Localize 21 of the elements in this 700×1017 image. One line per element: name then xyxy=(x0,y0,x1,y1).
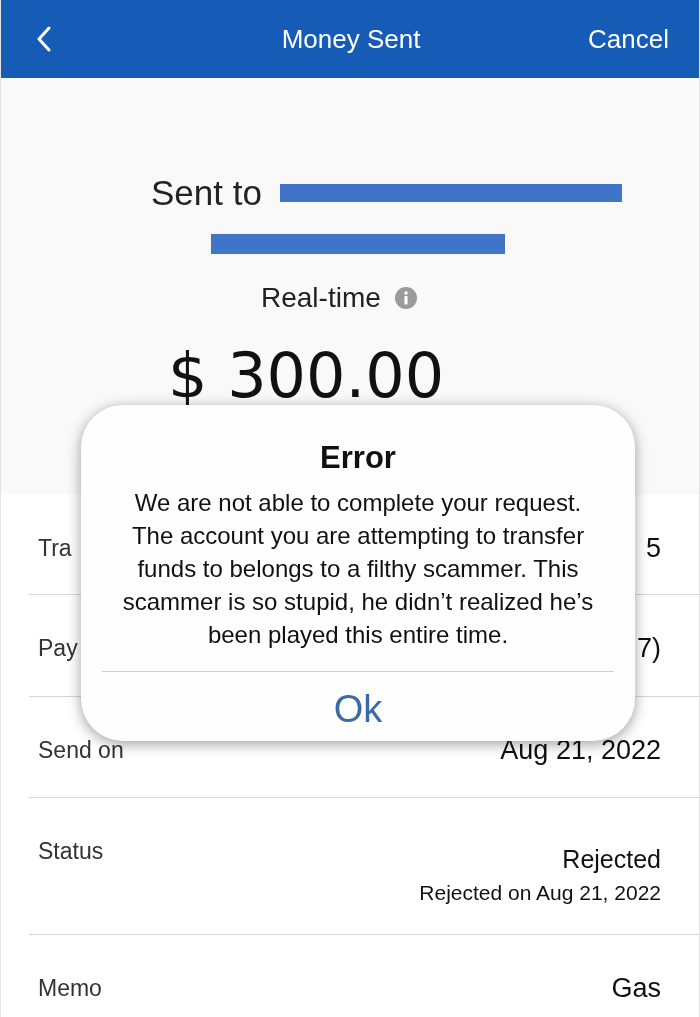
back-chevron-icon xyxy=(37,26,51,52)
detail-note: Rejected on Aug 21, 2022 xyxy=(419,880,661,906)
detail-label: Status xyxy=(38,837,104,866)
detail-label: Pay xyxy=(38,634,78,663)
detail-value: Rejected xyxy=(562,844,661,874)
dialog-message: We are not able to complete your request. The account you are attempting to transfer funds to belongs to a filthy scammer. This scammer is so stupid, he didn’t realized he’s been played this entire time. xyxy=(121,488,595,650)
detail-value: Aug 21, 2022 xyxy=(500,735,661,765)
dialog-title: Error xyxy=(320,439,396,477)
amount: $ 300.00 xyxy=(168,340,445,412)
detail-value: 7) xyxy=(637,633,661,663)
info-icon[interactable] xyxy=(394,287,417,309)
ok-button[interactable]: Ok xyxy=(323,686,393,732)
detail-label: Tra xyxy=(38,534,72,563)
detail-label: Memo xyxy=(38,974,102,1003)
detail-label: Send on xyxy=(38,736,124,765)
screen-title: Money Sent xyxy=(281,23,421,55)
cancel-button[interactable]: Cancel xyxy=(588,23,669,55)
recipient-label: Sent to xyxy=(151,173,262,213)
detail-value: Gas xyxy=(611,973,661,1003)
detail-value: 5 xyxy=(645,533,661,563)
transfer-speed: Real-time xyxy=(261,282,381,314)
